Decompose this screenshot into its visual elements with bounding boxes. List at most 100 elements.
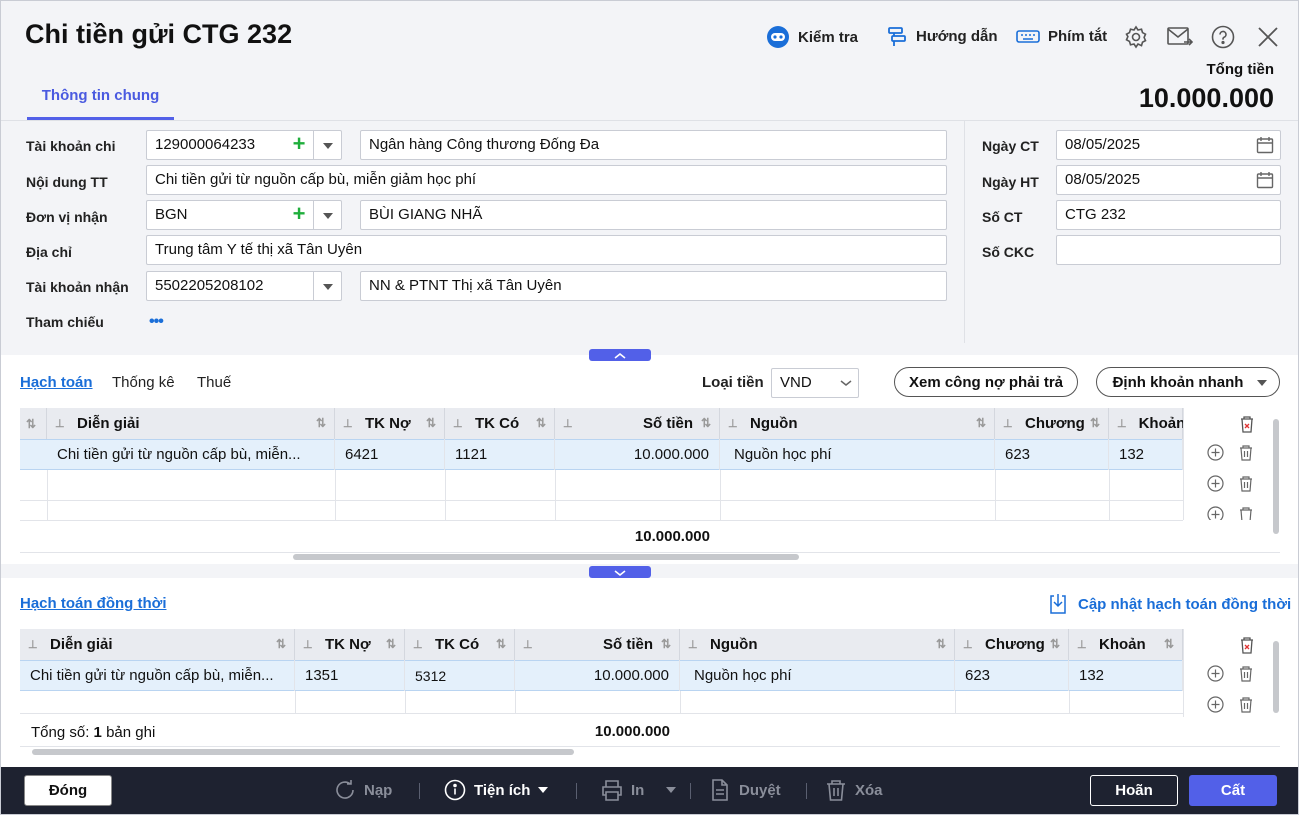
col-credit-header[interactable]: ⊥ TK Có ⇅: [405, 629, 515, 660]
pay-bank-field[interactable]: Ngân hàng Công thương Đống Đa: [360, 130, 947, 160]
tab-tax[interactable]: Thuế: [197, 374, 231, 391]
add-row-icon[interactable]: [1207, 475, 1224, 492]
chevron-down-icon[interactable]: [323, 284, 333, 290]
view-debt-button[interactable]: Xem công nợ phải trả: [894, 367, 1078, 397]
add-icon[interactable]: +: [289, 203, 309, 225]
tab-accounting[interactable]: Hạch toán: [20, 374, 93, 391]
check-button[interactable]: Kiểm tra: [766, 25, 858, 49]
trash-icon[interactable]: [1238, 444, 1254, 461]
pin-icon: ⊥: [343, 417, 353, 430]
col-divider: [1069, 691, 1070, 713]
mail-send-icon[interactable]: [1167, 25, 1194, 52]
close-button[interactable]: Đóng: [24, 775, 112, 806]
add-icon[interactable]: +: [289, 133, 309, 155]
horizontal-scrollbar[interactable]: [32, 749, 574, 755]
cell-credit[interactable]: 1121: [445, 439, 555, 470]
pay-account-select[interactable]: 129000064233 +: [146, 130, 342, 160]
content-field[interactable]: Chi tiền gửi từ nguồn cấp bù, miễn giảm …: [146, 165, 947, 195]
col-divider: [295, 691, 296, 713]
cell-chapter[interactable]: 623: [955, 660, 1069, 691]
help-icon[interactable]: [1211, 25, 1235, 52]
so-ckc-field[interactable]: [1056, 235, 1281, 265]
col-chapter-header[interactable]: ⊥ Chương ⇅: [955, 629, 1069, 660]
col-debit-header[interactable]: ⊥ TK Nợ ⇅: [295, 629, 405, 660]
print-button[interactable]: In: [601, 779, 677, 801]
col-source-header[interactable]: ⊥ Nguồn ⇅: [720, 408, 995, 439]
currency-value: VND: [780, 374, 812, 391]
vertical-scrollbar[interactable]: [1273, 641, 1279, 713]
more-dots-icon[interactable]: •••: [149, 313, 164, 331]
tab-statistics[interactable]: Thống kê: [112, 374, 175, 391]
total-label: Tổng tiền: [1206, 61, 1275, 78]
add-row-icon[interactable]: [1207, 696, 1224, 713]
quick-entry-button[interactable]: Định khoản nhanh: [1096, 367, 1280, 397]
col-credit-header[interactable]: ⊥ TK Có ⇅: [445, 408, 555, 439]
cell-debit[interactable]: 1351: [295, 660, 405, 691]
col-source-header[interactable]: ⊥ Nguồn ⇅: [680, 629, 955, 660]
cell-desc[interactable]: Chi tiền gửi từ nguồn cấp bù, miễn...: [47, 439, 335, 470]
gear-icon[interactable]: [1124, 25, 1148, 52]
collapse-up-handle[interactable]: [589, 349, 651, 361]
shortcut-button[interactable]: Phím tắt: [1016, 25, 1107, 47]
col-chapter-header[interactable]: ⊥ Chương ⇅: [995, 408, 1109, 439]
address-field[interactable]: Trung tâm Y tế thị xã Tân Uyên: [146, 235, 947, 265]
col-debit-header[interactable]: ⊥ TK Nợ ⇅: [335, 408, 445, 439]
chevron-down-icon: [1257, 380, 1267, 386]
signpost-icon: [886, 25, 908, 47]
calendar-icon[interactable]: [1256, 136, 1274, 154]
vertical-scrollbar[interactable]: [1273, 419, 1279, 534]
cell-source[interactable]: Nguồn học phí: [720, 439, 995, 470]
cell-item[interactable]: 132: [1069, 660, 1183, 691]
tab-general-info[interactable]: Thông tin chung: [27, 87, 174, 119]
sort-column-header[interactable]: ⇅: [20, 408, 47, 439]
postpone-button[interactable]: Hoãn: [1090, 775, 1178, 806]
col-desc-header[interactable]: ⊥ Diễn giải ⇅: [20, 629, 295, 660]
col-amount-header[interactable]: ⊥ Số tiền ⇅: [515, 629, 680, 660]
cell-amount[interactable]: 10.000.000: [555, 439, 720, 470]
receiver-name-field[interactable]: BÙI GIANG NHÃ: [360, 200, 947, 230]
col-amount-header[interactable]: ⊥ Số tiền ⇅: [555, 408, 720, 439]
cell-amount[interactable]: 10.000.000: [515, 660, 680, 691]
cell-desc[interactable]: Chi tiền gửi từ nguồn cấp bù, miễn...: [20, 660, 295, 691]
col-desc-header[interactable]: ⊥ Diễn giải ⇅: [47, 408, 335, 439]
calendar-icon[interactable]: [1256, 171, 1274, 189]
date-ct-field[interactable]: 08/05/2025: [1056, 130, 1281, 160]
chevron-down-icon[interactable]: [323, 143, 333, 149]
close-icon[interactable]: [1257, 26, 1279, 51]
add-row-icon[interactable]: [1207, 444, 1224, 461]
horizontal-scrollbar[interactable]: [293, 554, 799, 560]
update-concurrent-link[interactable]: Cập nhật hạch toán đồng thời: [1048, 593, 1291, 615]
trash-icon[interactable]: [1238, 665, 1254, 682]
cell-credit[interactable]: 5312: [405, 660, 515, 691]
collapse-down-handle[interactable]: [589, 566, 651, 578]
date-ht-field[interactable]: 08/05/2025: [1056, 165, 1281, 195]
col-item-header[interactable]: ⊥ Khoản: [1109, 408, 1185, 439]
col-item-header[interactable]: ⊥ Khoản ⇅: [1069, 629, 1183, 660]
divider: [690, 783, 691, 799]
delete-all-icon[interactable]: [1239, 636, 1255, 654]
currency-select[interactable]: VND: [771, 368, 859, 398]
cell-source[interactable]: Nguồn học phí: [680, 660, 955, 691]
add-row-icon[interactable]: [1207, 665, 1224, 682]
guide-button[interactable]: Hướng dẫn: [886, 25, 998, 47]
so-ckc-label: Số CKC: [982, 244, 1035, 260]
concurrent-title[interactable]: Hạch toán đồng thời: [20, 595, 166, 612]
recv-bank-field[interactable]: NN & PTNT Thị xã Tân Uyên: [360, 271, 947, 301]
utility-button[interactable]: Tiện ích: [444, 779, 549, 801]
reload-button[interactable]: Nạp: [334, 779, 392, 801]
chevron-down-icon[interactable]: [323, 213, 333, 219]
cell-debit[interactable]: 6421: [335, 439, 445, 470]
recv-account-select[interactable]: 5502205208102: [146, 271, 342, 301]
trash-icon[interactable]: [1238, 475, 1254, 492]
cell-chapter[interactable]: 623: [995, 439, 1109, 470]
approve-button[interactable]: Duyệt: [709, 779, 781, 801]
receiver-select[interactable]: BGN +: [146, 200, 342, 230]
so-ct-field[interactable]: CTG 232: [1056, 200, 1281, 230]
delete-all-icon[interactable]: [1239, 415, 1255, 433]
save-button[interactable]: Cất: [1189, 775, 1277, 806]
trash-icon[interactable]: [1238, 506, 1254, 520]
trash-icon[interactable]: [1238, 696, 1254, 713]
cell-item[interactable]: 132: [1109, 439, 1183, 470]
add-row-icon[interactable]: [1207, 506, 1224, 520]
delete-button[interactable]: Xóa: [825, 779, 883, 801]
